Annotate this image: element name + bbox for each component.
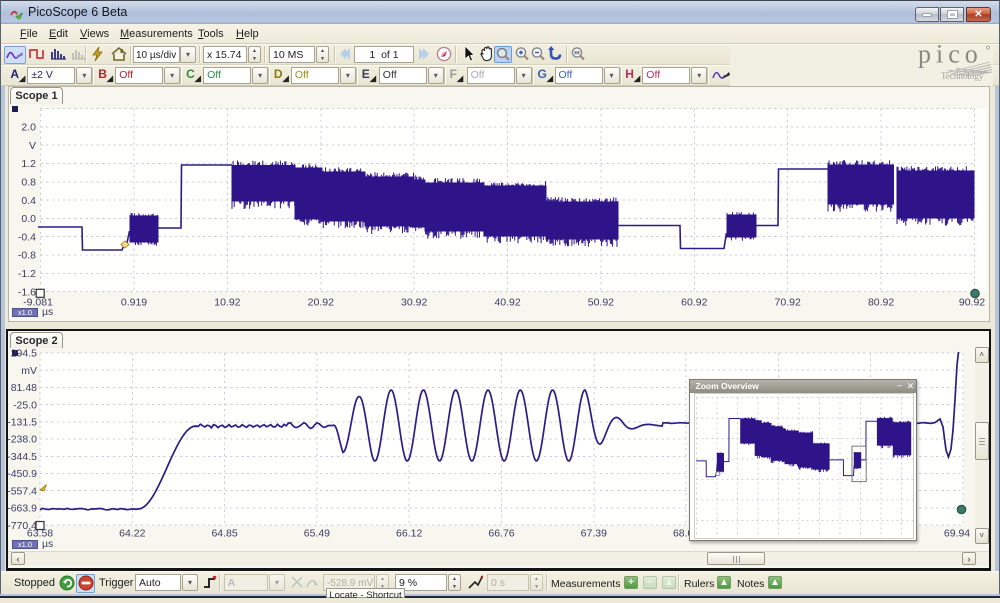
svg-text:294.5: 294.5 — [11, 348, 37, 360]
svg-text:67.39: 67.39 — [581, 527, 607, 539]
svg-text:40.92: 40.92 — [494, 297, 520, 309]
svg-text:65.49: 65.49 — [304, 527, 330, 539]
svg-text:-663.9: -663.9 — [7, 503, 37, 515]
svg-text:mV: mV — [21, 365, 37, 377]
svg-text:70.92: 70.92 — [775, 297, 801, 309]
svg-text:V: V — [29, 140, 36, 152]
svg-text:50.92: 50.92 — [588, 297, 614, 309]
svg-text:10.92: 10.92 — [214, 297, 240, 309]
svg-text:0.919: 0.919 — [121, 297, 147, 309]
svg-text:0.4: 0.4 — [21, 195, 36, 207]
svg-text:-450.9: -450.9 — [7, 468, 37, 480]
svg-text:20.92: 20.92 — [308, 297, 334, 309]
svg-text:80.92: 80.92 — [868, 297, 894, 309]
svg-text:64.22: 64.22 — [119, 527, 145, 539]
svg-text:60.92: 60.92 — [681, 297, 707, 309]
svg-text:-0.4: -0.4 — [18, 231, 36, 243]
svg-text:90.92: 90.92 — [959, 297, 985, 309]
svg-text:2.0: 2.0 — [21, 122, 36, 134]
svg-text:30.92: 30.92 — [401, 297, 427, 309]
svg-text:69.94: 69.94 — [944, 527, 970, 539]
svg-text:66.76: 66.76 — [488, 527, 514, 539]
svg-text:-557.4: -557.4 — [7, 485, 37, 497]
svg-text:64.85: 64.85 — [211, 527, 237, 539]
svg-text:-344.5: -344.5 — [7, 451, 37, 463]
svg-text:-0.8: -0.8 — [18, 250, 36, 262]
svg-text:-238.0: -238.0 — [7, 434, 37, 446]
svg-text:66.12: 66.12 — [396, 527, 422, 539]
svg-text:81.48: 81.48 — [11, 382, 37, 394]
svg-text:Technology: Technology — [941, 71, 984, 81]
svg-text:1.2: 1.2 — [21, 158, 36, 170]
svg-text:0.0: 0.0 — [21, 213, 36, 225]
svg-text:-1.2: -1.2 — [18, 268, 36, 280]
svg-text:-25.0: -25.0 — [13, 399, 37, 411]
svg-text:pico: pico — [918, 42, 983, 69]
svg-text:-131.5: -131.5 — [7, 417, 37, 429]
svg-text:0.8: 0.8 — [21, 177, 36, 189]
